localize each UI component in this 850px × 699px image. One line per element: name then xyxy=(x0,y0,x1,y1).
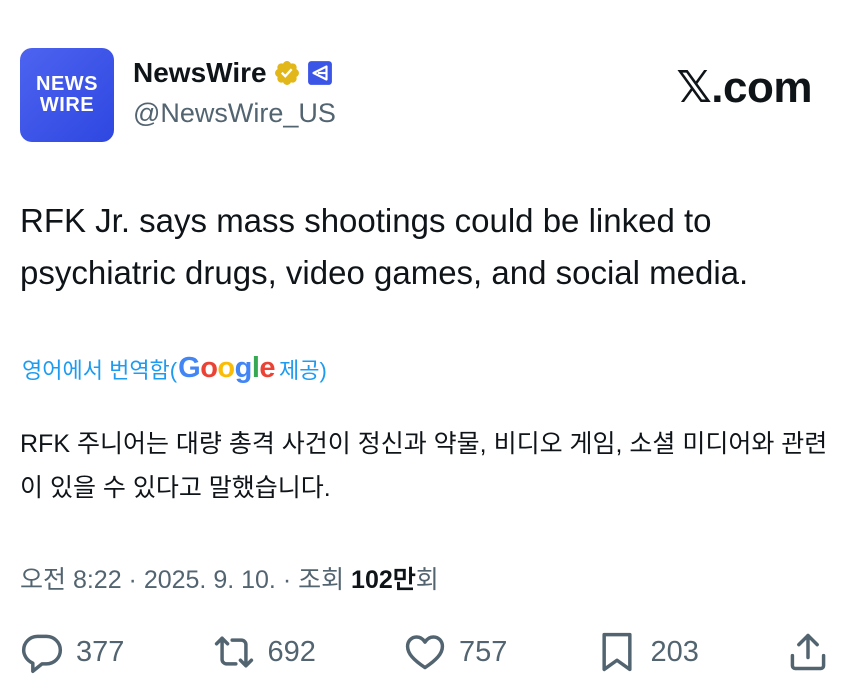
like-button[interactable]: 757 xyxy=(403,630,507,674)
share-button[interactable] xyxy=(786,630,830,674)
repost-button[interactable]: 692 xyxy=(212,630,316,674)
translation-suffix: 제공) xyxy=(279,357,327,383)
view-count: 102만 xyxy=(351,566,416,594)
verified-badge-icon[interactable] xyxy=(273,59,301,87)
translation-attribution[interactable]: 영어에서 번역함( Google 제공) xyxy=(22,352,327,385)
timestamp[interactable]: 오전 8:22 · 2025. 9. 10. · 조회 xyxy=(20,566,351,594)
bookmark-icon xyxy=(601,632,632,672)
repost-count: 692 xyxy=(267,635,316,668)
translation-prefix: 영어에서 번역함( xyxy=(22,357,178,383)
brand-mark: 𝕏.com xyxy=(676,63,812,112)
action-bar: 377 692 757 203 xyxy=(20,626,830,678)
view-count-suffix: 회 xyxy=(415,566,439,594)
bookmark-count: 203 xyxy=(650,635,699,668)
google-letter-1: o xyxy=(200,352,218,384)
avatar[interactable]: NEWS WIRE xyxy=(20,48,114,142)
affiliate-badge-icon[interactable] xyxy=(307,60,333,86)
name-row: NewsWire xyxy=(133,57,333,89)
google-letter-3: g xyxy=(234,352,253,384)
google-letter-5: e xyxy=(259,352,276,384)
google-logo: Google xyxy=(178,352,275,385)
bookmark-button[interactable]: 203 xyxy=(595,630,699,674)
avatar-line-2: WIRE xyxy=(39,94,95,116)
translated-text: RFK 주니어는 대량 총격 사건이 정신과 약물, 비디오 게임, 소셜 미디… xyxy=(20,430,828,502)
repost-icon xyxy=(214,636,253,668)
google-letter-2: o xyxy=(217,352,235,384)
like-count: 757 xyxy=(459,635,508,668)
avatar-line-1: NEWS xyxy=(36,73,98,95)
tweet-metadata: 오전 8:22 · 2025. 9. 10. · 조회 102만회 xyxy=(20,560,439,596)
share-icon xyxy=(790,633,826,671)
display-name[interactable]: NewsWire xyxy=(133,57,267,89)
heart-icon xyxy=(405,635,445,670)
google-letter-0: G xyxy=(178,352,201,384)
reply-count: 377 xyxy=(76,635,125,668)
reply-icon xyxy=(21,634,63,673)
handle[interactable]: @NewsWire_US xyxy=(133,98,336,129)
tweet-text: RFK Jr. says mass shootings could be lin… xyxy=(20,202,749,291)
reply-button[interactable]: 377 xyxy=(20,630,124,674)
